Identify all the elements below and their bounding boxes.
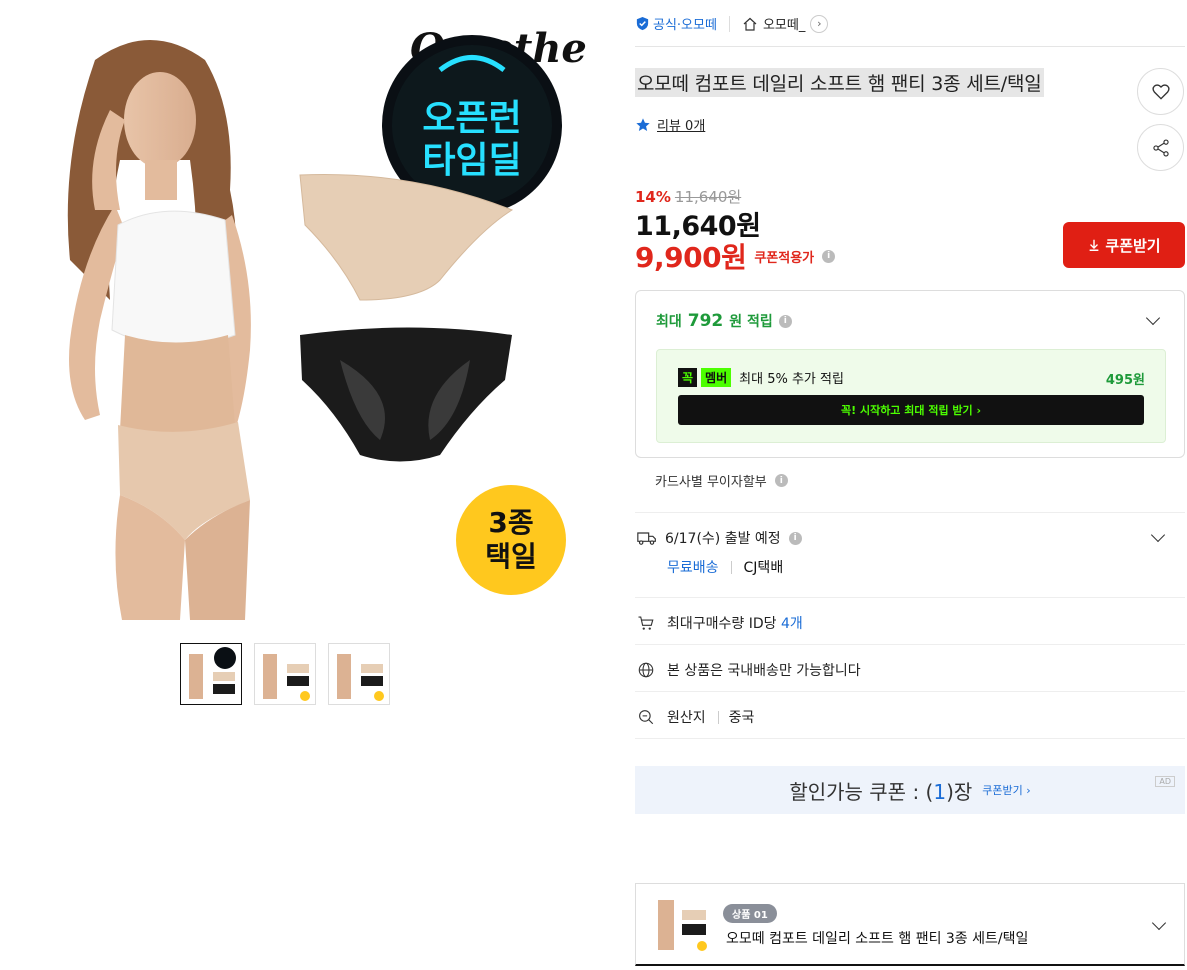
official-store-badge[interactable]: 공식·오모떼	[635, 14, 717, 33]
globe-icon	[638, 662, 654, 678]
option-pill: 상품 01	[723, 904, 777, 923]
coupon-price-label: 쿠폰적용가	[754, 250, 815, 266]
coupon-banner-suffix: )장	[946, 779, 973, 804]
member-cta-button[interactable]: 꼭! 시작하고 최대 적립 받기 ›	[678, 395, 1144, 425]
domestic-shipping-text: 본 상품은 국내배송만 가능합니다	[667, 663, 861, 679]
info-icon[interactable]: i	[788, 531, 802, 545]
shipping-detail-row: 무료배송 CJ택배	[667, 557, 783, 577]
badge-text-line1: 오픈런	[422, 98, 521, 139]
review-count: 리뷰 0개	[657, 119, 706, 134]
download-icon	[1090, 239, 1099, 251]
share-button[interactable]	[1137, 124, 1184, 171]
chevron-right-icon: ›	[810, 14, 829, 33]
max-qty-label: 최대구매수량 ID당	[667, 616, 777, 632]
points-box: 최대 792 원 적립 i 꼭 멤버 최대 5% 추가 적립 495원 꼭! 시작하고…	[635, 290, 1185, 458]
cart-icon	[638, 616, 654, 630]
member-tag-1: 꼭	[678, 368, 698, 387]
info-icon[interactable]: i	[822, 249, 836, 263]
official-store-label: 공식·오모떼	[653, 18, 717, 33]
thumbnail-3[interactable]	[328, 643, 390, 705]
option-name: 오모떼 컴포트 데일리 소프트 햄 팬티 3종 세트/택일	[726, 931, 1029, 947]
info-icon[interactable]: i	[774, 474, 788, 487]
get-coupon-button[interactable]: 쿠폰받기	[1063, 222, 1185, 268]
card-installment-row[interactable]: 카드사별 무이자할부 i	[655, 471, 788, 490]
product-title: 오모떼 컴포트 데일리 소프트 햄 팬티 3종 세트/택일	[635, 68, 1044, 97]
domestic-row: 본 상품은 국내배송만 가능합니다	[637, 660, 861, 680]
thumbnail-strip	[180, 643, 390, 705]
option-thumbnail	[650, 892, 712, 954]
member-text: 최대 5% 추가 적립	[739, 372, 844, 387]
coupon-price-row: 9,900원 쿠폰적용가 i	[635, 236, 836, 276]
origin-row: 원산지 중국	[637, 707, 754, 727]
member-amount: 495원	[1105, 373, 1145, 388]
official-shield-icon	[636, 16, 649, 31]
max-qty-value: 4개	[780, 616, 803, 632]
truck-icon	[637, 532, 656, 545]
get-coupon-label: 쿠폰받기	[1105, 236, 1161, 255]
chevron-down-icon[interactable]	[1145, 310, 1161, 326]
thumbnail-1[interactable]	[180, 643, 242, 705]
review-link[interactable]: 리뷰 0개	[635, 115, 705, 134]
chevron-down-icon[interactable]	[1150, 527, 1166, 543]
circle-text-line2: 택일	[485, 540, 537, 573]
member-benefit-box: 꼭 멤버 최대 5% 추가 적립 495원 꼭! 시작하고 최대 적립 받기 ›	[656, 349, 1166, 443]
product-main-image[interactable]: Omothe 오픈런 타임딜 3종 택일	[0, 0, 620, 620]
member-tag-2: 멤버	[701, 368, 732, 387]
share-icon	[1152, 139, 1169, 156]
badge-text-line2: 타임딜	[422, 140, 521, 181]
info-icon[interactable]: i	[778, 314, 792, 328]
product-info-panel: 공식·오모떼 오모떼_ › 오모떼 컴포트 데일리 소프트 햄 팬티 3종 세트…	[635, 0, 1185, 970]
coupon-banner-prefix: 할인가능 쿠폰 : (	[789, 779, 934, 804]
origin-value: 중국	[728, 710, 755, 726]
chevron-down-icon	[1151, 915, 1167, 931]
store-name: 오모떼_	[762, 18, 806, 33]
points-header[interactable]: 최대 792 원 적립 i	[656, 311, 792, 331]
ad-badge: AD	[1155, 776, 1175, 787]
card-installment-label: 카드사별 무이자할부	[655, 475, 767, 490]
shipping-row: 6/17(수) 출발 예정 i	[637, 528, 802, 548]
max-qty-row: 최대구매수량 ID당 4개	[637, 613, 803, 633]
store-link[interactable]: 오모떼_ ›	[742, 14, 829, 33]
star-icon	[636, 117, 650, 131]
origin-label: 원산지	[667, 710, 706, 726]
points-prefix: 최대	[656, 314, 682, 330]
store-row: 공식·오모떼 오모떼_ ›	[635, 14, 829, 33]
wishlist-button[interactable]	[1137, 68, 1184, 115]
search-icon	[639, 710, 654, 725]
shipping-date: 6/17(수) 출발 예정	[665, 531, 781, 547]
coupon-banner-link[interactable]: 쿠폰받기 ›	[982, 782, 1030, 798]
free-shipping: 무료배송	[667, 560, 719, 576]
coupon-banner-count: 1	[933, 779, 947, 804]
home-icon	[743, 17, 757, 31]
member-row: 꼭 멤버 최대 5% 추가 적립	[678, 368, 844, 387]
courier: CJ택배	[743, 560, 784, 576]
points-suffix: 원 적립	[729, 314, 773, 330]
heart-icon	[1151, 83, 1170, 100]
coupon-banner[interactable]: 할인가능 쿠폰 : (1)장 쿠폰받기 › AD	[635, 766, 1185, 814]
points-amount: 792	[687, 311, 724, 331]
option-selector[interactable]: 상품 01 오모떼 컴포트 데일리 소프트 햄 팬티 3종 세트/택일	[635, 883, 1185, 966]
circle-text-line1: 3종	[488, 506, 533, 539]
product-page: Omothe 오픈런 타임딜 3종 택일	[0, 0, 1187, 970]
coupon-price: 9,900원	[635, 241, 747, 274]
thumbnail-2[interactable]	[254, 643, 316, 705]
